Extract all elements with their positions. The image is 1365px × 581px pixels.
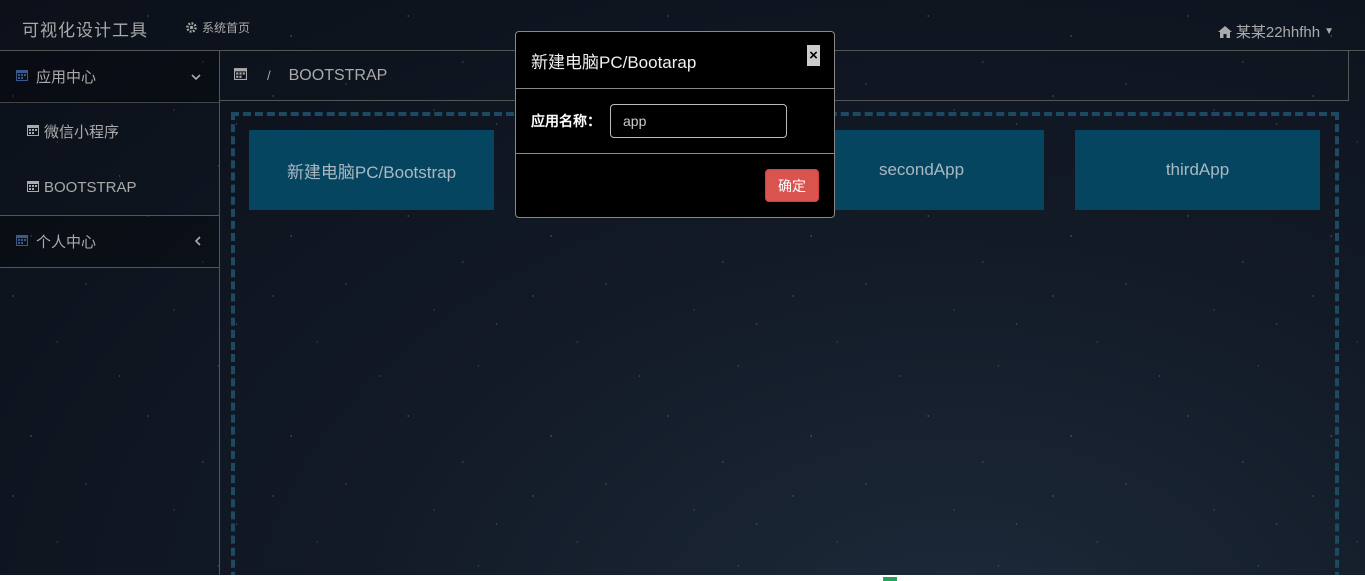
sidebar-item-wechat-miniprogram[interactable]: 微信小程序 <box>0 103 219 159</box>
chevron-left-icon <box>194 235 201 249</box>
bottom-edge <box>0 575 1365 581</box>
caret-down-icon: ▼ <box>1324 26 1334 37</box>
brand-title[interactable]: 可视化设计工具 <box>22 16 148 41</box>
breadcrumb-separator: / <box>267 68 271 83</box>
sidebar-group-label: 个人中心 <box>36 234 97 251</box>
gear-icon <box>186 22 197 33</box>
user-name: 某某22hhfhh <box>1235 24 1321 41</box>
taskbar-indicator <box>883 577 897 581</box>
sidebar-item-label: 微信小程序 <box>44 123 120 141</box>
user-menu[interactable]: 某某22hhfhh ▼ <box>1217 21 1334 42</box>
modal-body: 应用名称： <box>516 89 834 154</box>
system-home-label: 系统首页 <box>202 21 251 35</box>
sidebar: 应用中心 微信小程序 BOOTSTRAP 个人中心 <box>0 51 220 581</box>
modal-footer: 确定 <box>516 154 834 217</box>
modal-title: 新建电脑PC/Bootarap <box>531 52 697 72</box>
app-card-new-pc[interactable]: 新建电脑PC/Bootstrap <box>249 130 494 210</box>
new-app-modal: 新建电脑PC/Bootarap × 应用名称： 确定 <box>515 31 835 218</box>
app-name-input[interactable] <box>610 104 787 138</box>
calendar-icon <box>27 180 39 195</box>
sidebar-item-label: BOOTSTRAP <box>44 178 137 196</box>
breadcrumb-current: BOOTSTRAP <box>288 66 388 84</box>
home-icon <box>1217 25 1232 38</box>
sidebar-group-label: 应用中心 <box>36 69 97 86</box>
app-name-label: 应用名称： <box>531 114 601 130</box>
app-card-third-app[interactable]: thirdApp <box>1075 130 1320 210</box>
chevron-down-icon <box>191 70 201 84</box>
sidebar-item-bootstrap[interactable]: BOOTSTRAP <box>0 159 219 215</box>
calendar-icon <box>234 67 247 85</box>
app-card-second-app[interactable]: secondApp <box>799 130 1044 210</box>
calendar-icon <box>16 69 28 84</box>
sidebar-group-personal-center[interactable]: 个人中心 <box>0 216 219 268</box>
sidebar-group-app-center[interactable]: 应用中心 <box>0 51 219 103</box>
system-home-link[interactable]: 系统首页 <box>185 19 250 36</box>
sidebar-submenu-app-center: 微信小程序 BOOTSTRAP <box>0 103 219 216</box>
calendar-icon <box>16 234 28 249</box>
confirm-button[interactable]: 确定 <box>765 169 819 202</box>
calendar-icon <box>27 124 39 139</box>
modal-header: 新建电脑PC/Bootarap × <box>516 32 834 89</box>
close-icon[interactable]: × <box>807 45 820 66</box>
